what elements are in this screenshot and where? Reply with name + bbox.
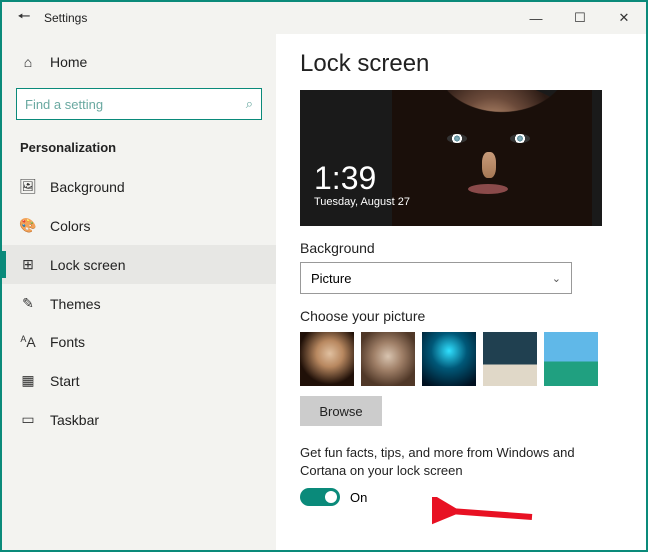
picture-thumb-1[interactable] [300, 332, 354, 386]
sidebar-item-fonts[interactable]: AA Fonts [2, 323, 276, 361]
sidebar-item-background[interactable]: 🖼 Background [2, 167, 276, 206]
fun-facts-label: Get fun facts, tips, and more from Windo… [300, 444, 620, 480]
select-value: Picture [311, 271, 351, 286]
titlebar: 🠔 Settings — ☐ ✕ [2, 2, 646, 34]
sidebar-item-taskbar[interactable]: ▭ Taskbar [2, 400, 276, 439]
sidebar-item-start[interactable]: ▦ Start [2, 361, 276, 400]
sidebar-item-lock-screen[interactable]: ⊞ Lock screen [2, 245, 276, 284]
nav-label: Start [50, 373, 80, 389]
picture-thumb-5[interactable] [544, 332, 598, 386]
search-box[interactable]: ⌕ [16, 88, 262, 120]
minimize-button[interactable]: — [514, 2, 558, 34]
sidebar-home[interactable]: ⌂ Home [2, 44, 276, 80]
palette-icon: 🎨 [20, 217, 36, 234]
toggle-state-label: On [350, 490, 367, 505]
preview-time: 1:39 [314, 162, 410, 194]
home-label: Home [50, 54, 87, 70]
nav-label: Taskbar [50, 412, 99, 428]
window-title: Settings [44, 11, 87, 25]
picture-thumbnails [300, 332, 620, 386]
chevron-down-icon: ⌄ [552, 272, 561, 285]
start-icon: ▦ [20, 372, 36, 389]
sidebar-item-colors[interactable]: 🎨 Colors [2, 206, 276, 245]
fonts-icon: AA [20, 334, 36, 350]
picture-thumb-4[interactable] [483, 332, 537, 386]
taskbar-icon: ▭ [20, 411, 36, 428]
section-header: Personalization [2, 134, 276, 167]
page-title: Lock screen [300, 50, 620, 78]
picture-icon: 🖼 [20, 178, 36, 195]
picture-thumb-2[interactable] [361, 332, 415, 386]
close-button[interactable]: ✕ [602, 2, 646, 34]
nav-label: Colors [50, 218, 90, 234]
nav-label: Fonts [50, 334, 85, 350]
maximize-button[interactable]: ☐ [558, 2, 602, 34]
home-icon: ⌂ [20, 54, 36, 70]
browse-button[interactable]: Browse [300, 396, 382, 426]
search-icon: ⌕ [246, 96, 253, 112]
nav-label: Themes [50, 296, 101, 312]
preview-date: Tuesday, August 27 [314, 196, 410, 208]
lock-screen-preview: 1:39 Tuesday, August 27 [300, 90, 602, 226]
background-label: Background [300, 240, 620, 256]
back-button[interactable]: 🠔 [10, 6, 38, 31]
themes-icon: ✎ [20, 295, 36, 312]
sidebar-item-themes[interactable]: ✎ Themes [2, 284, 276, 323]
nav-label: Lock screen [50, 257, 125, 273]
picture-thumb-3[interactable] [422, 332, 476, 386]
lock-screen-icon: ⊞ [20, 256, 36, 273]
choose-picture-label: Choose your picture [300, 308, 620, 324]
main-content: Lock screen 1:39 Tuesday, August 27 Back… [276, 34, 646, 550]
nav-list: 🖼 Background 🎨 Colors ⊞ Lock screen ✎ Th… [2, 167, 276, 439]
sidebar: ⌂ Home ⌕ Personalization 🖼 Background 🎨 … [2, 34, 276, 550]
fun-facts-toggle[interactable] [300, 488, 340, 506]
background-select[interactable]: Picture ⌄ [300, 262, 572, 294]
search-input[interactable] [25, 97, 246, 112]
nav-label: Background [50, 179, 125, 195]
